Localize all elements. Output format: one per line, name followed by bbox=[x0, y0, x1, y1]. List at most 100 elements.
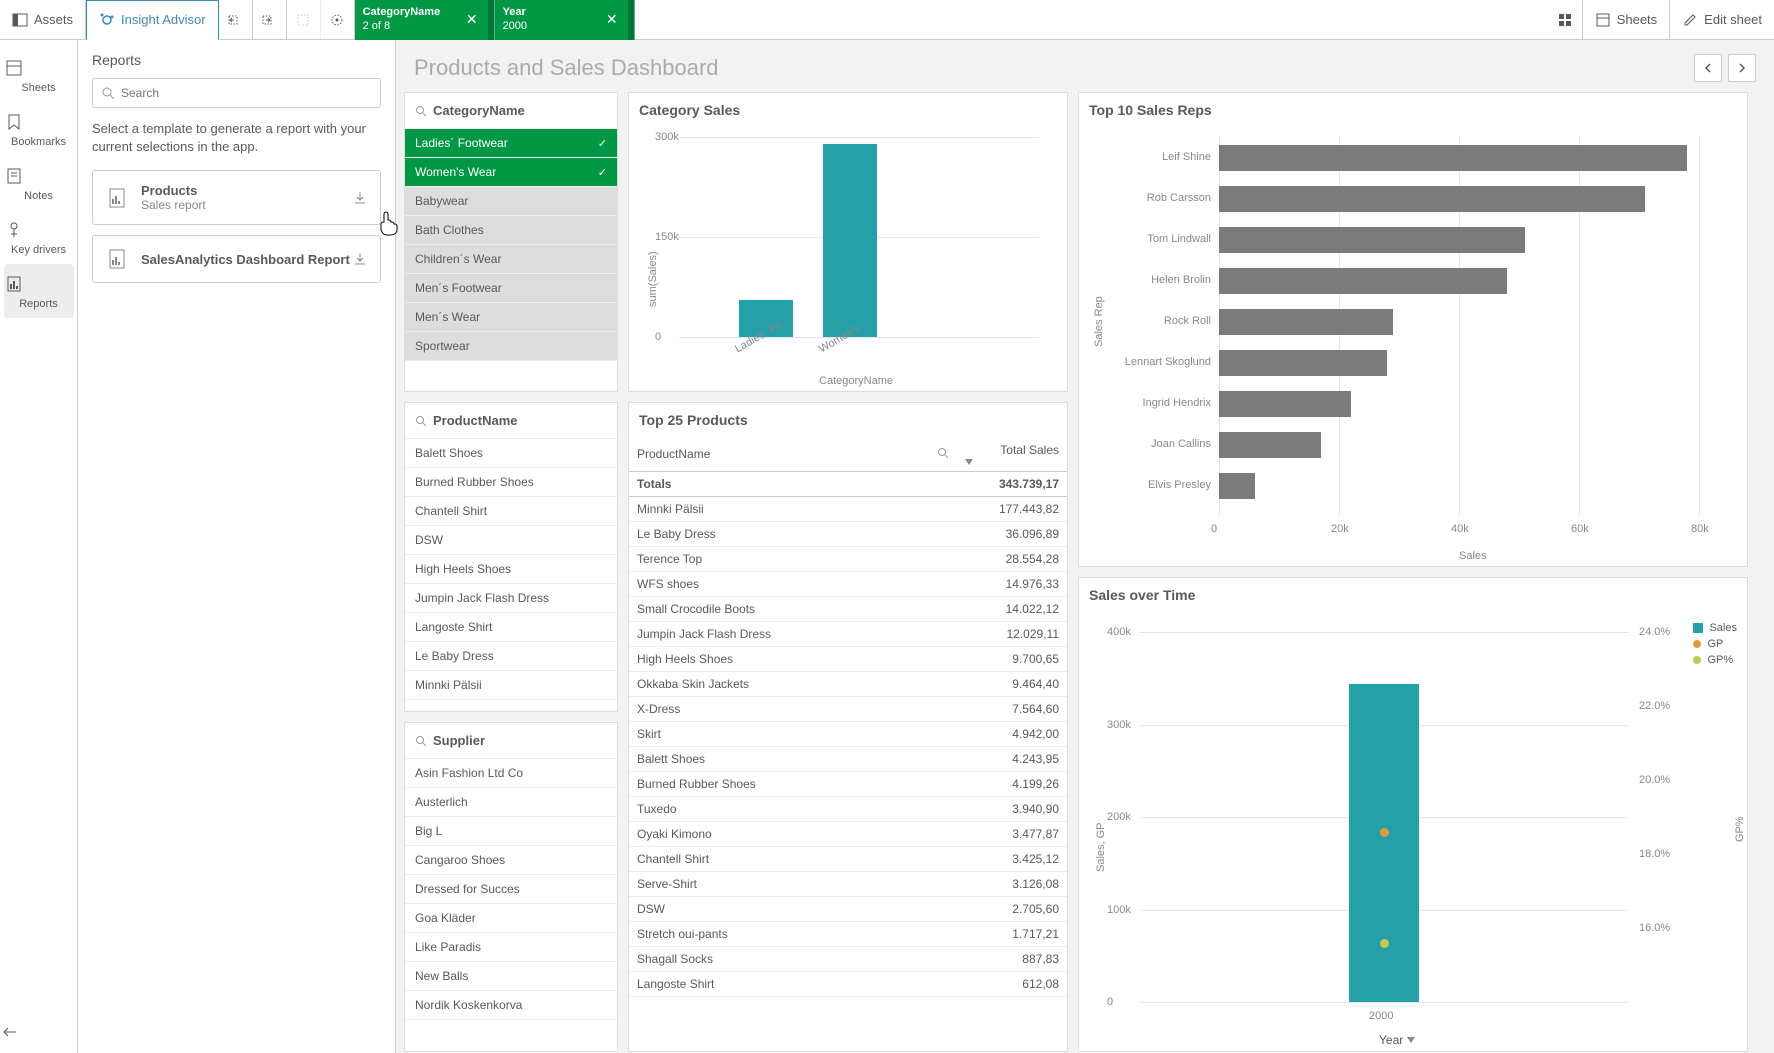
filter-pill-category[interactable]: CategoryName 2 of 8 ✕ bbox=[355, 0, 495, 40]
filter-item[interactable]: Burned Rubber Shoes bbox=[405, 468, 617, 497]
filter-item[interactable]: Men´s Footwear bbox=[405, 274, 617, 303]
filter-item[interactable]: Cangaroo Shoes bbox=[405, 846, 617, 875]
grid-view-button[interactable] bbox=[1549, 0, 1583, 40]
table-row[interactable]: Skirt4.942,00 bbox=[629, 722, 1067, 747]
filter-item[interactable]: Children´s Wear bbox=[405, 245, 617, 274]
table-top-products[interactable]: Top 25 Products ProductName Total Sales bbox=[628, 402, 1068, 1052]
data-point[interactable] bbox=[1380, 939, 1389, 948]
rail-reports[interactable]: Reports bbox=[4, 264, 74, 318]
filter-item[interactable]: Dressed for Succes bbox=[405, 875, 617, 904]
table-row[interactable]: Shagall Socks887,83 bbox=[629, 947, 1067, 972]
filter-item[interactable]: Sportwear bbox=[405, 332, 617, 361]
filter-panel-supplier[interactable]: Supplier Asin Fashion Ltd CoAusterlichBi… bbox=[404, 722, 618, 1052]
close-icon[interactable]: ✕ bbox=[458, 11, 486, 28]
bar[interactable] bbox=[823, 144, 877, 337]
filter-item[interactable]: Langoste Shirt bbox=[405, 613, 617, 642]
bar[interactable] bbox=[1219, 350, 1387, 376]
table-row[interactable]: Le Baby Dress36.096,89 bbox=[629, 522, 1067, 547]
download-icon[interactable] bbox=[352, 251, 368, 267]
bar[interactable] bbox=[1219, 186, 1645, 212]
edit-sheet-button[interactable]: Edit sheet bbox=[1670, 0, 1774, 40]
selection-forward-button[interactable] bbox=[253, 0, 287, 40]
selections-tool-button[interactable] bbox=[321, 0, 355, 40]
search-icon[interactable] bbox=[415, 415, 427, 427]
filter-item[interactable]: Chantell Shirt bbox=[405, 497, 617, 526]
table-row[interactable]: Chantell Shirt3.425,12 bbox=[629, 847, 1067, 872]
x-axis-label[interactable]: Year bbox=[1379, 1033, 1415, 1047]
selection-back-button[interactable] bbox=[219, 0, 253, 40]
filter-item[interactable]: Jumpin Jack Flash Dress bbox=[405, 584, 617, 613]
table-row[interactable]: X-Dress7.564,60 bbox=[629, 697, 1067, 722]
table-row[interactable]: Serve-Shirt3.126,08 bbox=[629, 872, 1067, 897]
table-row[interactable]: Minnki Pälsii177.443,82 bbox=[629, 497, 1067, 522]
filter-item[interactable]: Babywear bbox=[405, 187, 617, 216]
table-row[interactable]: WFS shoes14.976,33 bbox=[629, 572, 1067, 597]
close-icon[interactable]: ✕ bbox=[598, 11, 626, 28]
table-row[interactable]: Tuxedo3.940,90 bbox=[629, 797, 1067, 822]
report-card-products[interactable]: Products Sales report bbox=[92, 170, 381, 225]
filter-item[interactable]: Minnki Pälsii bbox=[405, 671, 617, 700]
filter-item[interactable]: DSW bbox=[405, 526, 617, 555]
bar[interactable] bbox=[1219, 309, 1393, 335]
filter-item[interactable]: New Balls bbox=[405, 962, 617, 991]
report-card-salesanalytics[interactable]: SalesAnalytics Dashboard Report bbox=[92, 235, 381, 283]
chart-top-reps[interactable]: Top 10 Sales Reps Sales Rep Sales 020k40… bbox=[1078, 92, 1748, 567]
filter-item[interactable]: Men´s Wear bbox=[405, 303, 617, 332]
bar[interactable] bbox=[1219, 432, 1321, 458]
table-row[interactable]: Balett Shoes4.243,95 bbox=[629, 747, 1067, 772]
chart-sales-over-time[interactable]: Sales over Time Sales, GP GP% Year Sales… bbox=[1078, 577, 1748, 1052]
filter-item[interactable]: Ladies´ Footwear bbox=[405, 129, 617, 158]
table-row[interactable]: High Heels Shoes9.700,65 bbox=[629, 647, 1067, 672]
clear-selections-button[interactable] bbox=[287, 0, 321, 40]
search-icon[interactable] bbox=[415, 735, 427, 747]
filter-item[interactable]: Nordik Koskenkorva bbox=[405, 991, 617, 1020]
prev-sheet-button[interactable] bbox=[1694, 54, 1722, 82]
table-row[interactable]: Langoste Shirt612,08 bbox=[629, 972, 1067, 997]
table-row[interactable]: Terence Top28.554,28 bbox=[629, 547, 1067, 572]
table-row[interactable]: DSW2.705,60 bbox=[629, 897, 1067, 922]
bar[interactable] bbox=[1219, 391, 1351, 417]
filter-item[interactable]: High Heels Shoes bbox=[405, 555, 617, 584]
col-product[interactable]: ProductName bbox=[629, 437, 957, 472]
rail-sheets[interactable]: Sheets bbox=[4, 48, 74, 102]
col-total[interactable]: Total Sales bbox=[957, 437, 1067, 472]
bar[interactable] bbox=[1219, 473, 1255, 499]
assets-button[interactable]: Assets bbox=[0, 0, 86, 40]
table-row[interactable]: Burned Rubber Shoes4.199,26 bbox=[629, 772, 1067, 797]
filter-item[interactable]: Le Baby Dress bbox=[405, 642, 617, 671]
download-icon[interactable] bbox=[352, 190, 368, 206]
bar[interactable] bbox=[1219, 145, 1687, 171]
search-icon[interactable] bbox=[415, 105, 427, 117]
filter-item[interactable]: Austerlich bbox=[405, 788, 617, 817]
insight-advisor-button[interactable]: Insight Advisor bbox=[86, 0, 219, 40]
filter-item[interactable]: Women's Wear bbox=[405, 158, 617, 187]
table-row[interactable]: Okkaba Skin Jackets9.464,40 bbox=[629, 672, 1067, 697]
filter-item[interactable]: Goa Kläder bbox=[405, 904, 617, 933]
filter-panel-product[interactable]: ProductName Balett ShoesBurned Rubber Sh… bbox=[404, 402, 618, 712]
filter-item[interactable]: Asin Fashion Ltd Co bbox=[405, 759, 617, 788]
search-icon[interactable] bbox=[937, 447, 949, 459]
bar[interactable] bbox=[1219, 268, 1507, 294]
rail-notes[interactable]: Notes bbox=[4, 156, 74, 210]
sheets-button[interactable]: Sheets bbox=[1583, 0, 1670, 40]
reports-search-input[interactable] bbox=[121, 86, 372, 100]
filter-pill-year[interactable]: Year 2000 ✕ bbox=[495, 0, 635, 40]
rail-key-drivers[interactable]: Key drivers bbox=[4, 210, 74, 264]
collapse-rail-button[interactable] bbox=[0, 1025, 77, 1039]
table-row[interactable]: Stretch oui-pants1.717,21 bbox=[629, 922, 1067, 947]
data-point[interactable] bbox=[1380, 828, 1389, 837]
table-row[interactable]: Small Crocodile Boots14.022,12 bbox=[629, 597, 1067, 622]
bar[interactable] bbox=[1219, 227, 1525, 253]
filter-panel-category[interactable]: CategoryName Ladies´ FootwearWomen's Wea… bbox=[404, 92, 618, 392]
filter-item[interactable]: Bath Clothes bbox=[405, 216, 617, 245]
chart-category-sales[interactable]: Category Sales sum(Sales) CategoryName 0… bbox=[628, 92, 1068, 392]
filter-item[interactable]: Balett Shoes bbox=[405, 439, 617, 468]
table-row[interactable]: Oyaki Kimono3.477,87 bbox=[629, 822, 1067, 847]
next-sheet-button[interactable] bbox=[1728, 54, 1756, 82]
rail-bookmarks[interactable]: Bookmarks bbox=[4, 102, 74, 156]
filter-item[interactable]: Big L bbox=[405, 817, 617, 846]
reports-search[interactable] bbox=[92, 78, 381, 108]
filter-item[interactable]: Like Paradis bbox=[405, 933, 617, 962]
table-row[interactable]: Jumpin Jack Flash Dress12.029,11 bbox=[629, 622, 1067, 647]
bar[interactable] bbox=[1349, 684, 1419, 1002]
